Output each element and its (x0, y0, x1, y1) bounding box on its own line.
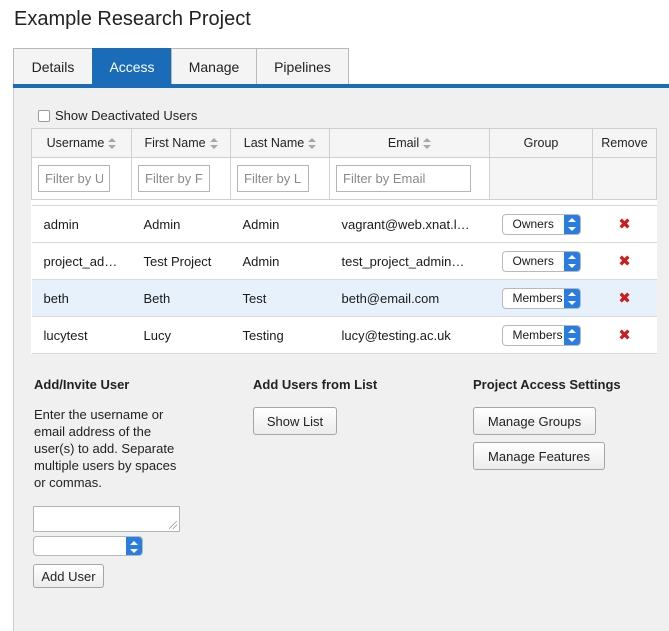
tab-manage[interactable]: Manage (171, 48, 256, 85)
header-email[interactable]: Email (329, 128, 490, 158)
header-remove: Remove (592, 128, 657, 158)
sort-icon (423, 138, 432, 150)
cell-email: test_project_admin… (329, 242, 490, 280)
filter-username-input[interactable] (38, 165, 110, 192)
table-header-row: Username First Name Last Name Email Grou… (31, 128, 657, 158)
select-arrows-icon (563, 214, 580, 234)
select-arrows-icon (563, 325, 580, 345)
users-table: Username First Name Last Name Email Grou… (31, 128, 657, 354)
show-deactivated-checkbox[interactable] (38, 109, 50, 122)
add-invite-instructions: Enter the username or email address of t… (34, 407, 177, 490)
group-select[interactable]: Members (501, 287, 581, 309)
select-arrows-icon (126, 537, 142, 555)
cell-first-name: Test Project (131, 242, 231, 280)
tab-access[interactable]: Access (92, 48, 171, 85)
cell-username: lucytest (31, 316, 132, 354)
remove-icon[interactable]: ✖ (618, 290, 631, 307)
cell-username: admin (31, 205, 132, 243)
header-username[interactable]: Username (31, 128, 132, 158)
filter-row (31, 157, 657, 200)
cell-last-name: Admin (230, 205, 330, 243)
show-list-button[interactable]: Show List (253, 407, 337, 435)
group-select[interactable]: Owners (501, 250, 581, 272)
sort-icon (209, 138, 218, 150)
add-users-textarea[interactable] (33, 506, 180, 532)
show-deactivated-label: Show Deactivated Users (55, 108, 198, 123)
group-select[interactable]: Owners (501, 213, 581, 235)
tab-bar: Details Access Manage Pipelines (13, 48, 349, 85)
header-last-name[interactable]: Last Name (230, 128, 330, 158)
cell-email: beth@email.com (329, 279, 490, 317)
cell-email: lucy@testing.ac.uk (329, 316, 490, 354)
cell-last-name: Test (230, 279, 330, 317)
cell-first-name: Admin (131, 205, 231, 243)
add-user-button[interactable]: Add User (33, 564, 104, 588)
access-panel: Show Deactivated Users Username First Na… (13, 88, 669, 631)
header-group: Group (489, 128, 593, 158)
cell-last-name: Admin (230, 242, 330, 280)
cell-username: beth (31, 279, 132, 317)
page-title: Example Research Project (14, 8, 251, 30)
remove-icon[interactable]: ✖ (618, 327, 631, 344)
sort-icon (108, 138, 117, 150)
table-row: project_ad… Test Project Admin test_proj… (31, 242, 657, 280)
show-deactivated-toggle[interactable]: Show Deactivated Users (38, 108, 197, 123)
add-from-list-heading: Add Users from List (253, 377, 378, 392)
remove-icon[interactable]: ✖ (618, 253, 631, 270)
filter-last-name-input[interactable] (237, 165, 309, 192)
table-row: lucytest Lucy Testing lucy@testing.ac.uk… (31, 316, 657, 354)
table-row: beth Beth Test beth@email.com Members ✖ (31, 279, 657, 317)
header-first-name[interactable]: First Name (131, 128, 231, 158)
cell-username: project_ad… (31, 242, 132, 280)
cell-first-name: Lucy (131, 316, 231, 354)
manage-groups-button[interactable]: Manage Groups (473, 407, 596, 435)
select-arrows-icon (563, 288, 580, 308)
tab-details[interactable]: Details (13, 48, 92, 85)
filter-first-name-input[interactable] (138, 165, 210, 192)
invite-role-select[interactable] (33, 536, 143, 556)
cell-last-name: Testing (230, 316, 330, 354)
table-row: admin Admin Admin vagrant@web.xnat.l… Ow… (31, 205, 657, 243)
filter-email-input[interactable] (336, 165, 471, 192)
group-select[interactable]: Members (501, 324, 581, 346)
add-invite-heading: Add/Invite User (34, 377, 130, 392)
tab-pipelines[interactable]: Pipelines (256, 48, 349, 85)
sort-icon (308, 138, 317, 150)
select-arrows-icon (563, 251, 580, 271)
resize-grip-icon[interactable] (169, 521, 177, 529)
remove-icon[interactable]: ✖ (618, 216, 631, 233)
manage-features-button[interactable]: Manage Features (473, 442, 605, 470)
access-settings-heading: Project Access Settings (473, 377, 621, 392)
cell-email: vagrant@web.xnat.l… (329, 205, 490, 243)
cell-first-name: Beth (131, 279, 231, 317)
